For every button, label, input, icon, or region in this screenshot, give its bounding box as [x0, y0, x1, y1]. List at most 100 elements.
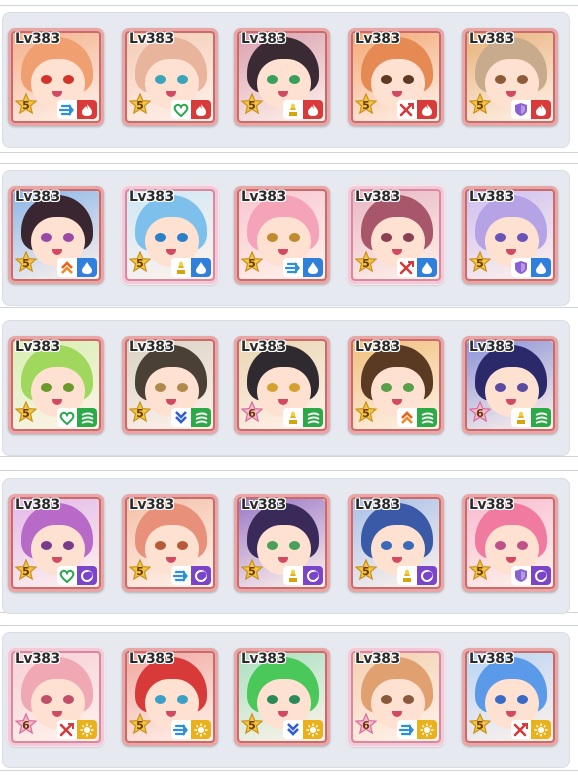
- character-card[interactable]: Lv383 5: [348, 186, 444, 284]
- character-card[interactable]: Lv383 5: [8, 186, 104, 284]
- boost-role-icon: [397, 408, 417, 427]
- eye: [267, 383, 278, 392]
- speed-role-icon: [171, 566, 191, 585]
- defense-role-icon: [511, 258, 531, 277]
- character-card[interactable]: Lv383 5: [348, 336, 444, 434]
- heal-role-icon: [57, 408, 77, 427]
- eye: [63, 75, 74, 84]
- level-label: Lv383: [355, 189, 400, 205]
- star-rank-icon: 5: [129, 93, 151, 115]
- star-rank-icon: 5: [129, 713, 151, 735]
- eye: [63, 233, 74, 242]
- eye: [289, 383, 300, 392]
- eye: [403, 75, 414, 84]
- character-card[interactable]: Lv383 5: [234, 494, 330, 592]
- eye: [517, 695, 528, 704]
- buff-role-icon: [283, 566, 303, 585]
- light-element-icon: [303, 720, 323, 739]
- level-label: Lv383: [129, 497, 174, 513]
- eye: [177, 233, 188, 242]
- eye: [403, 695, 414, 704]
- eye: [155, 695, 166, 704]
- star-rank-value: 5: [248, 256, 256, 270]
- eye: [381, 383, 392, 392]
- eye: [517, 75, 528, 84]
- fire-element-icon: [191, 100, 211, 119]
- level-label: Lv383: [15, 189, 60, 205]
- water-element-icon: [191, 258, 211, 277]
- level-label: Lv383: [469, 339, 514, 355]
- star-rank-icon: 5: [15, 93, 37, 115]
- character-card[interactable]: Lv383 5: [462, 186, 558, 284]
- level-label: Lv383: [241, 189, 286, 205]
- heal-role-icon: [57, 566, 77, 585]
- character-card[interactable]: Lv383 5: [462, 648, 558, 746]
- eye: [495, 541, 506, 550]
- water-element-icon: [303, 258, 323, 277]
- eye: [155, 383, 166, 392]
- eye: [289, 233, 300, 242]
- star-rank-icon: 5: [15, 251, 37, 273]
- speed-role-icon: [397, 720, 417, 739]
- star-rank-value: 5: [248, 718, 256, 732]
- wind-element-icon: [191, 408, 211, 427]
- eye: [267, 75, 278, 84]
- wind-element-icon: [417, 408, 437, 427]
- dark-element-icon: [303, 566, 323, 585]
- star-rank-icon: 5: [15, 401, 37, 423]
- character-card[interactable]: Lv383 5: [234, 186, 330, 284]
- star-rank-icon: 5: [355, 251, 377, 273]
- star-rank-value: 6: [476, 406, 484, 420]
- star-rank-value: 5: [248, 98, 256, 112]
- character-card[interactable]: Lv383 6: [462, 336, 558, 434]
- level-label: Lv383: [15, 31, 60, 47]
- character-card[interactable]: Lv383 5: [122, 186, 218, 284]
- buff-role-icon: [283, 100, 303, 119]
- character-card[interactable]: Lv383 5: [8, 336, 104, 434]
- star-rank-value: 5: [22, 564, 30, 578]
- attack-role-icon: [397, 100, 417, 119]
- level-label: Lv383: [241, 31, 286, 47]
- character-card[interactable]: Lv383 5: [348, 494, 444, 592]
- eye: [267, 233, 278, 242]
- star-rank-icon: 5: [241, 93, 263, 115]
- buff-role-icon: [283, 408, 303, 427]
- buff-role-icon: [397, 566, 417, 585]
- eye: [381, 75, 392, 84]
- character-card[interactable]: Lv383 5: [122, 494, 218, 592]
- water-element-icon: [417, 258, 437, 277]
- character-card[interactable]: Lv383 5: [348, 28, 444, 126]
- character-card[interactable]: Lv383 5: [234, 648, 330, 746]
- eye: [41, 695, 52, 704]
- character-card[interactable]: Lv383 5: [122, 648, 218, 746]
- eye: [381, 541, 392, 550]
- fire-element-icon: [77, 100, 97, 119]
- character-card[interactable]: Lv383 5: [234, 28, 330, 126]
- star-rank-value: 5: [22, 98, 30, 112]
- level-label: Lv383: [129, 651, 174, 667]
- level-label: Lv383: [241, 339, 286, 355]
- star-rank-value: 5: [22, 406, 30, 420]
- eye: [381, 233, 392, 242]
- character-card[interactable]: Lv383 5: [462, 28, 558, 126]
- star-rank-icon: 5: [469, 559, 491, 581]
- character-card[interactable]: Lv383 5: [8, 28, 104, 126]
- level-label: Lv383: [241, 497, 286, 513]
- star-rank-value: 5: [476, 256, 484, 270]
- character-card[interactable]: Lv383 5: [122, 336, 218, 434]
- star-rank-icon: 5: [129, 401, 151, 423]
- divider: [0, 456, 578, 457]
- character-card[interactable]: Lv383 6: [8, 648, 104, 746]
- star-rank-value: 5: [136, 256, 144, 270]
- character-card[interactable]: Lv383 5: [462, 494, 558, 592]
- character-card[interactable]: Lv383 5: [122, 28, 218, 126]
- character-card[interactable]: Lv383 5: [8, 494, 104, 592]
- character-card[interactable]: Lv383 6: [348, 648, 444, 746]
- character-card[interactable]: Lv383 6: [234, 336, 330, 434]
- speed-role-icon: [171, 720, 191, 739]
- shield-role-icon: [283, 720, 303, 739]
- light-element-icon: [417, 720, 437, 739]
- eye: [177, 541, 188, 550]
- dark-element-icon: [531, 566, 551, 585]
- star-rank-value: 5: [476, 98, 484, 112]
